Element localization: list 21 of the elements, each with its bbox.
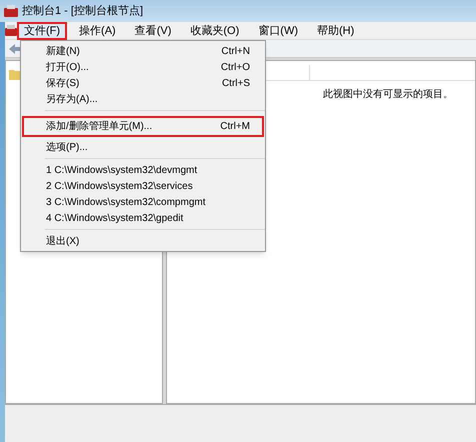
menu-option[interactable]: 退出(X) <box>22 233 264 249</box>
menu-item[interactable]: 窗口(W) <box>251 22 305 40</box>
menu-option[interactable]: 打开(O)... Ctrl+O <box>22 59 264 75</box>
menu-item[interactable]: 帮助(H) <box>310 22 362 40</box>
menu-option[interactable]: 另存为(A)... <box>22 91 264 107</box>
menu-option[interactable]: 保存(S) Ctrl+S <box>22 75 264 91</box>
menu-option[interactable]: 1 C:\Windows\system32\devmgmt <box>22 162 264 178</box>
console-icon <box>5 25 17 36</box>
menu-option[interactable]: 2 C:\Windows\system32\services <box>22 178 264 194</box>
menu-option[interactable]: 添加/删除管理单元(M)... Ctrl+M <box>22 116 264 137</box>
menu-item[interactable]: 操作(A) <box>72 22 123 40</box>
menu-option[interactable]: 4 C:\Windows\system32\gpedit <box>22 210 264 226</box>
menu-item[interactable]: 收藏夹(O) <box>183 22 246 40</box>
menu-option[interactable]: 选项(P)... <box>22 139 264 155</box>
menu-item[interactable]: 查看(V) <box>128 22 178 40</box>
console-icon <box>4 5 18 17</box>
menu-item[interactable]: 文件(F) <box>17 22 68 40</box>
empty-message: 此视图中没有可显示的项目。 <box>323 88 453 102</box>
menu-option[interactable]: 3 C:\Windows\system32\compmgmt <box>22 194 264 210</box>
window-title: 控制台1 - [控制台根节点] <box>22 4 144 19</box>
back-arrow-icon[interactable] <box>9 44 21 54</box>
